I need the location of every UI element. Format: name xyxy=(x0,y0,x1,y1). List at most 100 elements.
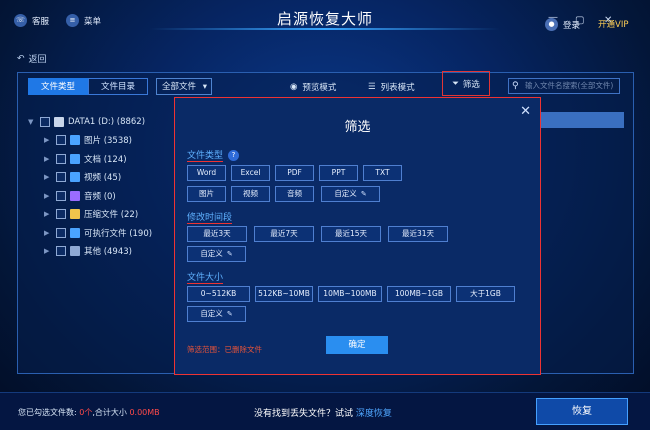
checkbox[interactable] xyxy=(56,135,66,145)
tab-file-dir[interactable]: 文件目录 xyxy=(88,78,148,95)
preview-mode-label: 预览模式 xyxy=(302,83,337,93)
selected-count: 0个 xyxy=(79,408,93,417)
folder-icon xyxy=(70,190,80,201)
tree-item[interactable]: ▶ 音频 (0) xyxy=(44,189,116,203)
deep-recover-link[interactable]: 深度恢复 xyxy=(356,409,392,419)
tree-item[interactable]: ▶ 其他 (4943) xyxy=(44,244,132,258)
expand-icon[interactable]: ▶ xyxy=(44,229,52,237)
size-option[interactable]: 10MB~100MB xyxy=(318,286,382,302)
type-option[interactable]: PDF xyxy=(275,165,314,181)
tree-item[interactable]: ▶ 可执行文件 (190) xyxy=(44,226,152,240)
size-option[interactable]: 512KB~10MB xyxy=(255,286,313,302)
section-size: 文件大小 xyxy=(187,270,224,284)
tree-item[interactable]: ▶ 图片 (3538) xyxy=(44,133,132,147)
list-mode-button[interactable]: ☰ 列表模式 xyxy=(368,81,415,93)
selected-prefix: 您已勾选文件数: xyxy=(18,408,77,417)
size-custom-button[interactable]: 自定义 ✎ xyxy=(187,306,246,322)
folder-icon xyxy=(70,135,80,145)
filter-label: 筛选 xyxy=(462,79,480,90)
size-option[interactable]: 0~512KB xyxy=(187,286,250,302)
type-option[interactable]: Word xyxy=(187,165,226,181)
section-file-type: 文件类型 ? xyxy=(187,148,240,162)
chevron-down-icon: ▾ xyxy=(202,82,207,92)
preview-mode-button[interactable]: ◉ 预览模式 xyxy=(290,81,336,93)
checkbox[interactable] xyxy=(56,227,66,238)
expand-icon[interactable]: ▶ xyxy=(44,155,52,163)
edit-icon: ✎ xyxy=(360,190,367,198)
expand-icon[interactable]: ▶ xyxy=(44,136,52,144)
expand-icon[interactable]: ▶ xyxy=(44,210,52,218)
expand-icon[interactable]: ▶ xyxy=(44,247,52,255)
vip-link[interactable]: 开通VIP xyxy=(598,18,628,30)
title-underline xyxy=(150,28,500,30)
list-mode-label: 列表模式 xyxy=(380,83,415,93)
time-option[interactable]: 最近3天 xyxy=(187,226,247,242)
title-bar: ☏ 客服 ≡ 菜单 启源恢复大师 — ▢ ✕ ● 登录 开通VIP xyxy=(0,0,650,38)
size-prefix: ,合计大小 xyxy=(92,408,127,417)
type-option[interactable]: TXT xyxy=(363,165,402,181)
list-icon: ☰ xyxy=(368,82,376,92)
eye-icon: ◉ xyxy=(290,82,298,92)
folder-icon xyxy=(70,227,80,238)
tree-item[interactable]: ▶ 视频 (45) xyxy=(44,170,121,184)
size-option[interactable]: 100MB~1GB xyxy=(387,286,451,302)
login-button[interactable]: ● 登录 xyxy=(545,18,580,31)
checkbox[interactable] xyxy=(40,117,50,127)
checkbox[interactable] xyxy=(56,190,66,201)
tree-item-label: 可执行文件 (190) xyxy=(84,228,153,239)
filter-button[interactable]: ⏷ 筛选 xyxy=(442,71,490,96)
file-filter-value: 全部文件 xyxy=(162,82,197,92)
expand-icon[interactable]: ▶ xyxy=(44,173,52,181)
time-option[interactable]: 最近31天 xyxy=(388,226,448,242)
missing-text: 没有找到丢失文件？试试 xyxy=(254,409,354,419)
type-custom-label: 自定义 xyxy=(334,189,357,198)
type-option[interactable]: Excel xyxy=(231,165,270,181)
bottom-bar: 您已勾选文件数: 0个,合计大小 0.00MB 没有找到丢失文件？试试 深度恢复… xyxy=(0,392,650,430)
expand-icon[interactable]: ▶ xyxy=(44,192,52,200)
filter-icon: ⏷ xyxy=(452,78,459,89)
edit-icon: ✎ xyxy=(226,250,233,258)
checkbox[interactable] xyxy=(56,172,66,182)
time-option[interactable]: 最近7天 xyxy=(254,226,314,242)
type-option[interactable]: 音频 xyxy=(275,186,314,202)
user-icon: ● xyxy=(545,18,558,31)
confirm-button[interactable]: 确定 xyxy=(326,336,388,354)
type-option[interactable]: 图片 xyxy=(187,186,226,202)
type-custom-button[interactable]: 自定义 ✎ xyxy=(321,186,380,202)
tree-item-label: 图片 (3538) xyxy=(84,136,132,146)
tree-item[interactable]: ▶ 压缩文件 (22) xyxy=(44,207,138,221)
back-arrow-icon: ↶ xyxy=(17,53,25,64)
filter-scope-text: 筛选范围：已删除文件 xyxy=(187,345,262,354)
selected-size: 0.00MB xyxy=(129,408,160,417)
size-option[interactable]: 大于1GB xyxy=(456,286,515,302)
expand-icon[interactable]: ▼ xyxy=(28,118,36,126)
recover-button[interactable]: 恢复 xyxy=(536,398,628,425)
time-custom-button[interactable]: 自定义 ✎ xyxy=(187,246,246,262)
file-filter-select[interactable]: 全部文件 ▾ xyxy=(156,78,212,95)
help-icon[interactable]: ? xyxy=(228,149,240,161)
folder-icon xyxy=(70,153,80,164)
edit-icon: ✎ xyxy=(226,310,233,318)
list-header-highlight xyxy=(540,112,624,128)
dialog-title: 筛选 xyxy=(344,120,371,135)
back-button[interactable]: ↶ 返回 xyxy=(17,52,47,66)
tab-file-type[interactable]: 文件类型 xyxy=(28,78,88,95)
folder-icon xyxy=(70,172,80,182)
type-option[interactable]: PPT xyxy=(319,165,358,181)
tree-item-label: 文档 (124) xyxy=(84,154,127,165)
search-input[interactable]: ⚲ 输入文件名搜索(全部文件) xyxy=(508,78,620,94)
tree-item[interactable]: ▶ 文档 (124) xyxy=(44,152,127,166)
search-icon: ⚲ xyxy=(512,81,519,91)
checkbox[interactable] xyxy=(56,209,66,219)
back-label: 返回 xyxy=(28,55,47,65)
section-file-type-label: 文件类型 xyxy=(187,148,224,162)
checkbox[interactable] xyxy=(56,153,66,164)
size-custom-label: 自定义 xyxy=(200,309,223,318)
type-option[interactable]: 视频 xyxy=(231,186,270,202)
checkbox[interactable] xyxy=(56,246,66,256)
section-time: 修改时间段 xyxy=(187,210,233,224)
toolbar: 文件类型 文件目录 全部文件 ▾ ◉ 预览模式 ☰ 列表模式 ⏷ 筛选 ⚲ 输入… xyxy=(18,71,633,99)
time-option[interactable]: 最近15天 xyxy=(321,226,381,242)
tree-root[interactable]: ▼ DATA1 (D:) (8862) xyxy=(28,115,145,129)
section-time-label: 修改时间段 xyxy=(187,210,233,224)
